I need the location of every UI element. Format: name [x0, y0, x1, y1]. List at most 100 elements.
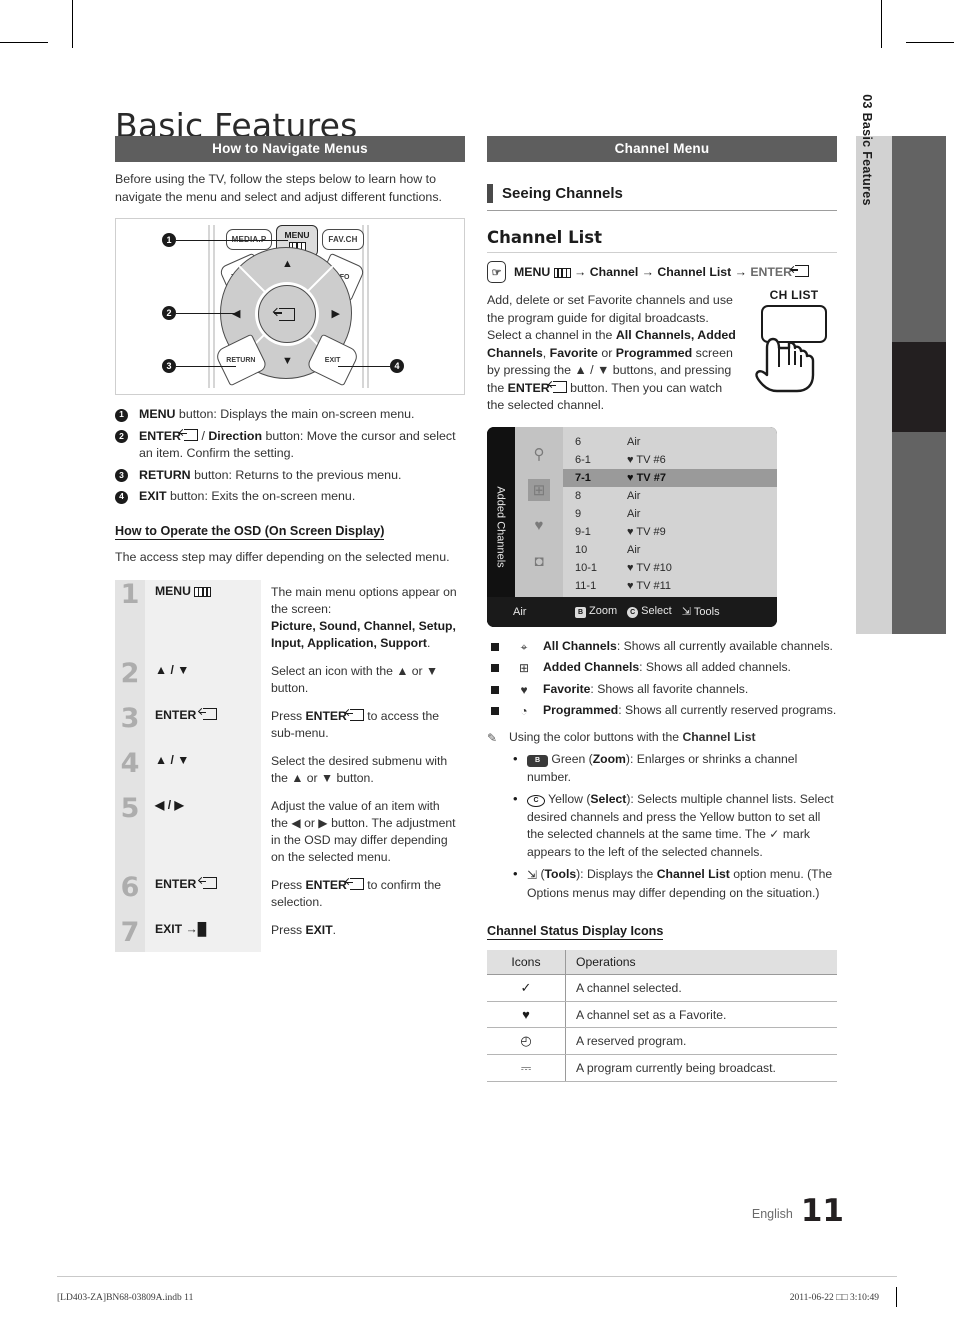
step-description: Select an icon with the ▲ or ▼ button.	[271, 664, 439, 695]
favorite-icon: ♥	[520, 682, 528, 697]
color-button-item: ⇲ (Tools): Displays the Channel List opt…	[513, 865, 837, 902]
osd-channel-row[interactable]: 10-1 ♥ TV #10	[563, 559, 777, 577]
step-description: Select the desired submenu with the ▲ or…	[271, 754, 448, 785]
osd-channel-row[interactable]: 6 Air	[563, 433, 777, 451]
osd-channel-rows: 6 Air 6-1 ♥ TV #6 7-1 ♥ TV #7 8 Air 9 Air 9-1 ♥ TV …	[563, 426, 777, 597]
square-bullet-icon	[491, 707, 499, 716]
osd-channel-row[interactable]: 7-1 ♥ TV #7	[563, 468, 777, 487]
step-number: 2	[115, 659, 145, 704]
heading-rule	[487, 252, 837, 254]
color-buttons-note-text: Using the color buttons with the Channel…	[509, 729, 756, 744]
osd-added-channels-icon[interactable]: ⊞	[528, 478, 550, 501]
pointing-hand-icon	[755, 338, 815, 393]
step-key: EXIT →█	[145, 918, 261, 952]
ch-list-key-label: CH LIST	[769, 288, 819, 303]
osd-select-action[interactable]: C Select	[627, 605, 672, 619]
remote-menu-label: MENU	[284, 230, 310, 240]
osd-channel-row[interactable]: 11-1 ♥ TV #11	[563, 577, 777, 595]
step-key: ▲ / ▼	[145, 659, 261, 704]
column-header-icons: Icons	[487, 950, 566, 976]
step-number: 1	[115, 580, 145, 659]
green-key-icon: B	[527, 755, 548, 768]
step-key: ▲ / ▼	[145, 749, 261, 794]
callout-2: 2	[162, 306, 240, 320]
osd-all-channels-icon[interactable]: ⚲	[528, 443, 550, 465]
step-description: Adjust the value of an item with the ◀ o…	[271, 799, 456, 864]
footer-rule	[57, 1276, 897, 1277]
step-description: Press EXIT.	[271, 923, 337, 937]
osd-channel-name: ♥ TV #9	[627, 525, 666, 538]
osd-channel-name: Air	[627, 507, 641, 520]
osd-favorite-icon[interactable]: ♥	[528, 515, 550, 537]
osd-channel-number: 6-1	[575, 453, 591, 466]
section-header-navigate-menus: How to Navigate Menus	[115, 136, 465, 162]
osd-channel-row[interactable]: 10 Air	[563, 541, 777, 559]
color-button-item: B Green (Zoom): Enlarges or shrinks a ch…	[513, 750, 837, 786]
osd-zoom-action[interactable]: B Zoom	[575, 605, 617, 619]
callout-3: 3	[162, 359, 236, 373]
osd-channel-row[interactable]: 6-1 ♥ TV #6	[563, 451, 777, 469]
dpad-left-icon: ◀	[232, 308, 241, 320]
square-bullet-icon	[491, 685, 499, 694]
favorite-mark-icon: ♥	[627, 525, 634, 538]
osd-channel-row[interactable]: 9-1 ♥ TV #9	[563, 523, 777, 541]
side-bars	[892, 136, 946, 634]
osd-channel-number: 7-1	[575, 471, 591, 484]
ch-list-key-figure: CH LIST	[748, 288, 840, 393]
osd-channel-name: ♥ TV #7	[627, 471, 666, 484]
channel-list-osd: Added Channels ⚲ ⊞ ♥ ◘ 6 Air 6-1 ♥ TV #6 7-1…	[487, 426, 777, 627]
legend-bullet-1: 1	[115, 408, 128, 422]
table-row: ♥ A channel set as a Favorite.	[487, 1001, 837, 1029]
side-bar-gray-bottom	[892, 432, 946, 634]
osd-bottom-bar: Air B Zoom C Select ⇲ Tools	[487, 596, 777, 627]
osd-channel-name: Air	[627, 489, 641, 502]
side-bar-gray-top	[892, 136, 946, 342]
tv-icon: ⎓	[487, 1054, 566, 1083]
callout-1: 1	[162, 233, 288, 247]
osd-tools-action[interactable]: ⇲ Tools	[682, 605, 720, 618]
enter-icon	[274, 307, 295, 321]
table-row: ⎓ A program currently being broadcast.	[487, 1054, 837, 1083]
osd-channel-number: 6	[575, 435, 582, 448]
dpad-down-icon: ▼	[282, 355, 293, 367]
favorite-mark-icon: ♥	[627, 453, 634, 466]
legend-item-1: 1 MENU button: Displays the main on-scree…	[115, 406, 465, 424]
legend-bullet-3: 3	[115, 469, 128, 482]
status-icons-heading: Channel Status Display Icons	[487, 924, 664, 941]
check-icon: ✓	[487, 974, 566, 1003]
remote-control-figure: MEDIA.P MENU FAV.CH TOOLS INFO ▲ ◀	[115, 218, 465, 395]
pencil-icon: ✎	[487, 730, 498, 745]
step-row-7: 7 EXIT →█ Press EXIT.	[115, 918, 465, 952]
step-number: 4	[115, 749, 145, 794]
step-number: 7	[115, 918, 145, 952]
legend-item-3: 3 RETURN button: Returns to the previous …	[115, 467, 465, 485]
tools-icon: ⇲	[527, 868, 538, 883]
osd-subheading: How to Operate the OSD (On Screen Displa…	[115, 523, 385, 540]
status-description: A channel selected.	[565, 974, 837, 1003]
step-row-3: 3 ENTER Press ENTER to access the sub-men…	[115, 704, 465, 749]
dpad-up-icon: ▲	[282, 258, 293, 270]
osd-channel-number: 9	[575, 507, 582, 520]
programmed-icon: ◔	[520, 704, 528, 719]
osd-programmed-icon[interactable]: ◘	[528, 551, 550, 573]
osd-channel-row[interactable]: 8 Air	[563, 487, 777, 505]
step-description: The main menu options appear on the scre…	[271, 585, 457, 650]
remote-legend-list: 1 MENU button: Displays the main on-scree…	[115, 406, 465, 506]
right-column: Channel Menu Seeing Channels Channel Lis…	[487, 136, 840, 1083]
step-description: Press ENTER to confirm the selection.	[271, 878, 442, 909]
step-row-1: 1 MENU The main menu options appear on th…	[115, 580, 465, 659]
square-bullet-icon	[491, 664, 499, 673]
page-number-block: English 11	[752, 1196, 844, 1227]
osd-source-label: Air	[513, 605, 527, 618]
step-row-4: 4 ▲ / ▼ Select the desired submenu with th…	[115, 749, 465, 794]
osd-channel-row[interactable]: 9 Air	[563, 505, 777, 523]
step-key: ◀ / ▶	[145, 794, 261, 873]
favorite-mark-icon: ♥	[627, 471, 634, 484]
osd-intro: The access step may differ depending on …	[115, 549, 450, 564]
step-row-5: 5 ◀ / ▶ Adjust the value of an item with t…	[115, 794, 465, 873]
step-row-2: 2 ▲ / ▼ Select an icon with the ▲ or ▼ but…	[115, 659, 465, 704]
footer-timestamp: 2011-06-22 □□ 3:10:49	[789, 1293, 879, 1303]
crop-mark-tr-h	[906, 42, 954, 43]
table-row: ◴ A reserved program.	[487, 1027, 837, 1056]
osd-channel-name: Air	[627, 543, 641, 556]
